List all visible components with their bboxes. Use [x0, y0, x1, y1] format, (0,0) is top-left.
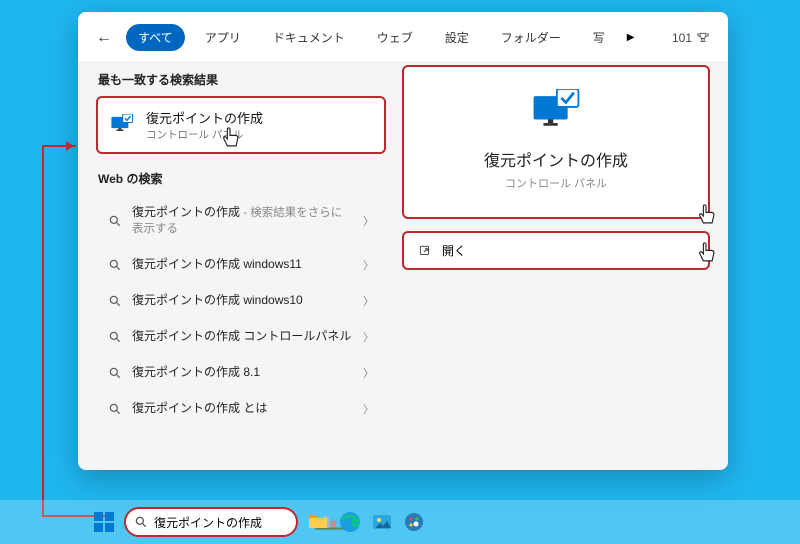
chevron-right-icon: 〉: [363, 329, 374, 345]
web-result-item[interactable]: 復元ポイントの作成 windows10 〉: [96, 283, 386, 319]
search-icon: [108, 214, 122, 228]
tab-settings[interactable]: 設定: [433, 24, 481, 51]
rewards-count: 101: [672, 31, 692, 45]
photos-icon[interactable]: [370, 510, 394, 534]
chevron-right-icon: 〉: [363, 401, 374, 417]
open-button[interactable]: 開く: [402, 231, 710, 270]
tab-documents[interactable]: ドキュメント: [261, 24, 357, 51]
file-explorer-icon[interactable]: [306, 510, 330, 534]
chevron-right-icon: 〉: [363, 365, 374, 381]
tab-photos[interactable]: 写: [581, 24, 617, 51]
chevron-right-icon: 〉: [363, 257, 374, 273]
search-icon: [108, 402, 122, 416]
search-icon: [108, 366, 122, 380]
annotation-line: [42, 146, 44, 516]
best-match-item[interactable]: 復元ポイントの作成 コントロール パネル: [96, 96, 386, 154]
back-button[interactable]: ←: [96, 29, 118, 47]
search-icon: [108, 258, 122, 272]
web-result-list: 復元ポイントの作成 - 検索結果をさらに表示する 〉 復元ポイントの作成 win…: [96, 195, 386, 427]
search-icon: [108, 330, 122, 344]
open-label: 開く: [442, 242, 466, 259]
tab-all[interactable]: すべて: [126, 24, 185, 51]
taskbar-search[interactable]: [124, 507, 298, 537]
preview-card: 復元ポイントの作成 コントロール パネル: [402, 65, 710, 219]
preview-title: 復元ポイントの作成: [484, 147, 628, 171]
preview-subtitle: コントロール パネル: [505, 175, 607, 191]
tab-bar: ← すべて アプリ ドキュメント ウェブ 設定 フォルダー 写 ▶ 101: [78, 12, 728, 61]
tab-folders[interactable]: フォルダー: [489, 24, 573, 51]
best-match-subtitle: コントロール パネル: [146, 127, 263, 142]
monitor-check-icon: [110, 114, 134, 136]
web-result-item[interactable]: 復元ポイントの作成 - 検索結果をさらに表示する 〉: [96, 195, 386, 247]
search-input[interactable]: [154, 515, 309, 529]
edge-icon[interactable]: [338, 510, 362, 534]
rewards-badge[interactable]: 101: [672, 31, 710, 45]
web-result-item[interactable]: 復元ポイントの作成 とは 〉: [96, 391, 386, 427]
more-tabs-button[interactable]: ▶: [627, 32, 635, 43]
monitor-check-icon: [530, 89, 582, 129]
start-button[interactable]: [92, 510, 116, 534]
best-match-title: 復元ポイントの作成: [146, 108, 263, 127]
paint-icon[interactable]: [402, 510, 426, 534]
tab-web[interactable]: ウェブ: [365, 24, 425, 51]
search-icon: [108, 294, 122, 308]
pointer-cursor-icon: [692, 239, 720, 267]
taskbar: [0, 500, 800, 544]
pointer-cursor-icon: [692, 201, 720, 229]
chevron-right-icon: 〉: [363, 213, 374, 229]
chevron-right-icon: 〉: [363, 293, 374, 309]
web-result-item[interactable]: 復元ポイントの作成 コントロールパネル 〉: [96, 319, 386, 355]
web-result-item[interactable]: 復元ポイントの作成 8.1 〉: [96, 355, 386, 391]
web-result-item[interactable]: 復元ポイントの作成 windows11 〉: [96, 247, 386, 283]
web-search-heading: Web の検索: [98, 170, 386, 187]
open-icon: [418, 244, 432, 258]
annotation-line: [42, 145, 76, 147]
search-icon: [134, 515, 148, 529]
trophy-icon: [696, 31, 710, 45]
tab-apps[interactable]: アプリ: [193, 24, 253, 51]
search-flyout: ← すべて アプリ ドキュメント ウェブ 設定 フォルダー 写 ▶ 101 最も…: [78, 12, 728, 470]
best-match-heading: 最も一致する検索結果: [98, 71, 386, 88]
